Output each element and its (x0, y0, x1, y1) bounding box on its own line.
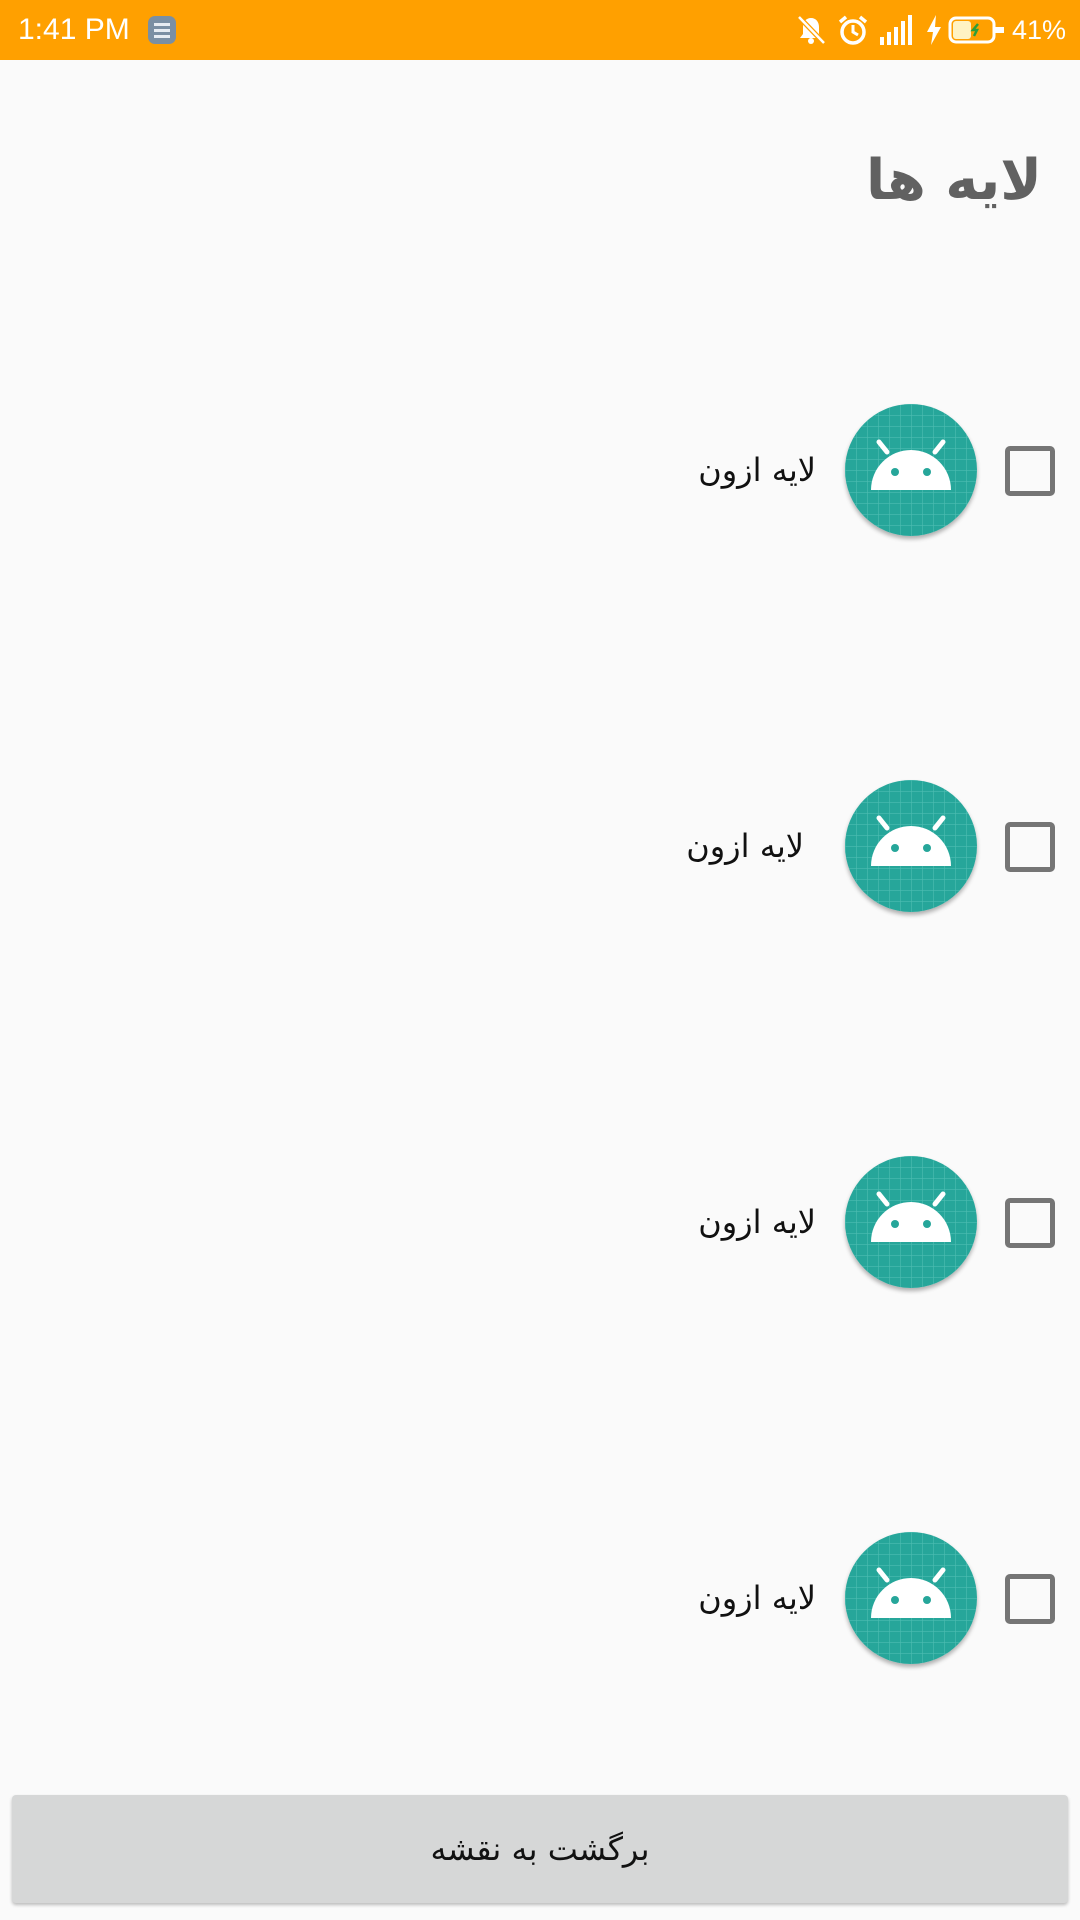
android-icon (845, 1532, 977, 1664)
layer-item[interactable]: لایه ازون (0, 1530, 1080, 1670)
status-time: 1:41 PM (18, 13, 130, 46)
android-icon (845, 404, 977, 536)
layer-label: لایه ازون (686, 827, 804, 865)
layer-item[interactable]: لایه ازون (0, 402, 1080, 542)
layer-checkbox[interactable] (1005, 822, 1055, 872)
layer-item[interactable]: لایه ازون (0, 778, 1080, 918)
layer-item[interactable]: لایه ازون (0, 1154, 1080, 1294)
charging-icon (924, 13, 944, 47)
battery-percentage: 41% (1011, 14, 1066, 45)
back-to-map-button[interactable]: برگشت به نقشه (12, 1795, 1068, 1903)
layer-label: لایه ازون (698, 451, 816, 489)
layer-label: لایه ازون (698, 1579, 816, 1617)
layer-label: لایه ازون (698, 1203, 816, 1241)
page-title: لایه ها (865, 148, 1042, 213)
android-icon (845, 780, 977, 912)
alarm-icon (836, 13, 870, 47)
status-bar: 1:41 PM 41% (0, 0, 1080, 60)
signal-icon (878, 13, 918, 47)
status-icons: 41% (794, 10, 1066, 50)
layer-checkbox[interactable] (1005, 446, 1055, 496)
layer-checkbox[interactable] (1005, 1574, 1055, 1624)
battery-icon (948, 13, 1006, 47)
android-icon (845, 1156, 977, 1288)
layer-checkbox[interactable] (1005, 1198, 1055, 1248)
muted-bell-icon (794, 13, 828, 47)
app-notification-icon (146, 14, 178, 46)
